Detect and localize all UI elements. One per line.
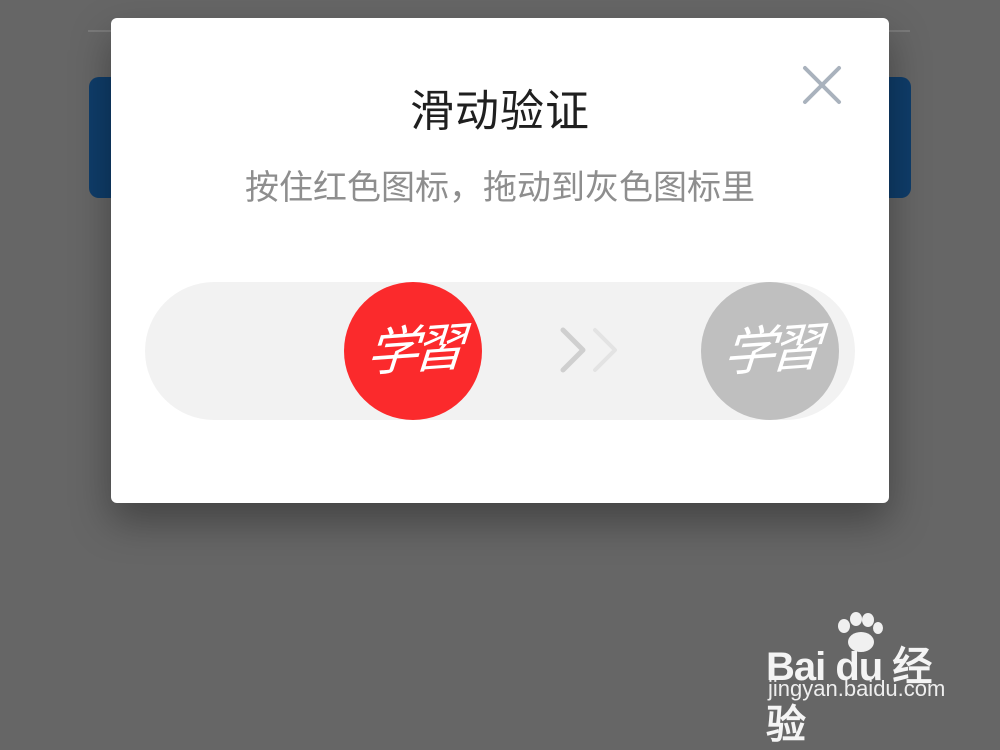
dialog-instructions: 按住红色图标，拖动到灰色图标里 xyxy=(245,168,755,208)
baidu-watermark: Bai du 经验 jingyan.baidu.com xyxy=(766,612,966,747)
knob-logo-text: 学習 xyxy=(364,317,462,385)
target-logo-text: 学習 xyxy=(721,317,819,385)
double-chevron-right-icon xyxy=(560,327,617,373)
watermark-url: jingyan.baidu.com xyxy=(768,676,946,701)
dialog-title: 滑动验证 xyxy=(410,86,590,137)
slider-knob[interactable]: 学習 xyxy=(344,282,482,420)
slide-verification-dialog: 滑动验证 按住红色图标，拖动到灰色图标里 学習 学習 xyxy=(111,18,889,503)
target-drop-zone: 学習 xyxy=(701,282,839,420)
